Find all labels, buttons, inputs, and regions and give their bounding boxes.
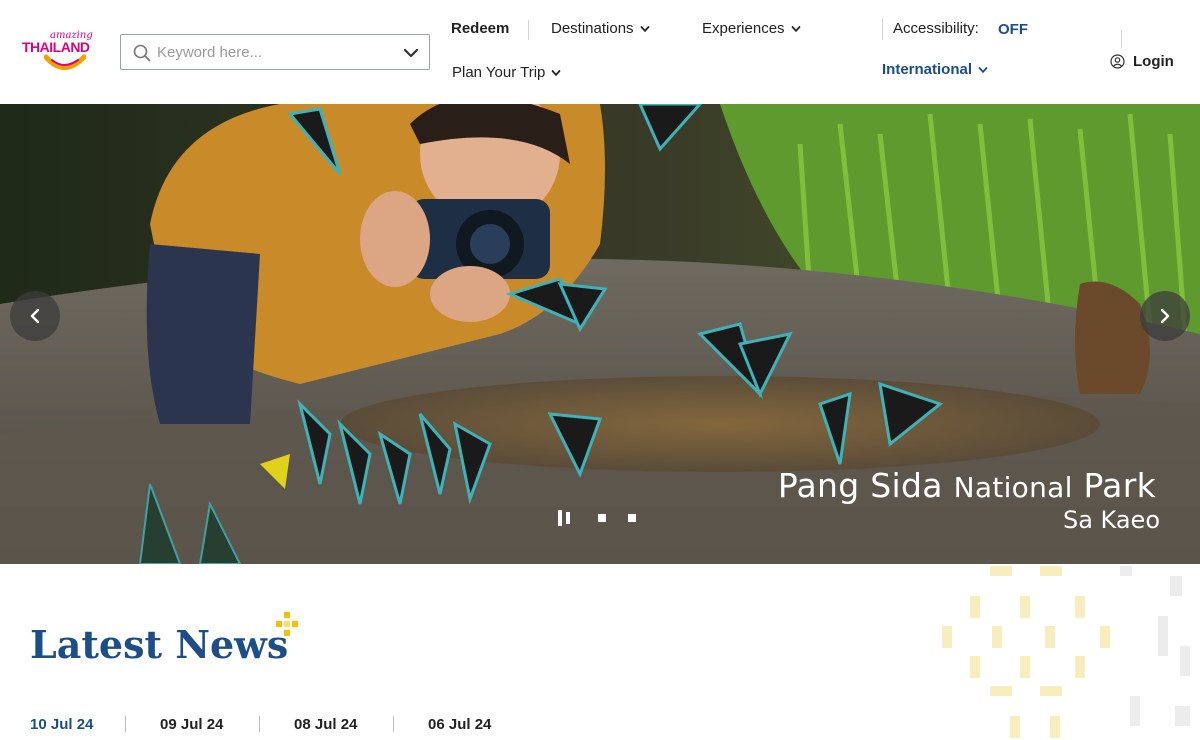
hero-caption-title: Pang Sida National Park [778,466,1156,505]
login-button[interactable]: Login [1110,53,1174,70]
chevron-down-icon[interactable] [403,45,419,61]
search-icon [133,44,151,62]
nav-divider [882,18,883,40]
hero-caption-word1: Pang Sida [777,466,943,505]
nav-divider [528,20,529,40]
logo-smile-icon [44,54,86,70]
logo-text-big: THAILAND [22,39,90,55]
language-selector[interactable]: International [882,61,988,78]
user-icon [1110,54,1125,69]
carousel-prev-button[interactable] [10,291,60,341]
nav-experiences-label: Experiences [702,20,785,37]
search-input[interactable] [157,41,387,63]
latest-news-heading: Latest News [30,622,289,667]
hero-carousel: Pang Sida National Park Sa Kaeo [0,104,1200,564]
nav-experiences[interactable]: Experiences [702,20,801,37]
carousel-dot-active[interactable] [556,510,576,526]
carousel-indicators [556,510,636,526]
chevron-down-icon [552,69,561,76]
date-divider [259,716,260,732]
nav-destinations-label: Destinations [551,20,634,37]
decorative-pattern [942,566,1190,738]
search-box[interactable] [120,34,430,70]
site-header: amazing THAILAND Redeem Destinations Exp… [0,0,1200,104]
accessibility-toggle[interactable]: OFF [998,21,1028,38]
date-divider [125,716,126,732]
chevron-down-icon [791,25,800,32]
arrow-right-icon [1160,308,1170,324]
news-date-tab-4[interactable]: 06 Jul 24 [428,716,491,733]
chevron-down-icon [978,66,988,73]
carousel-next-button[interactable] [1140,291,1190,341]
chevron-down-icon [640,25,649,32]
nav-divider [1121,30,1122,48]
hero-caption-word2: National [953,471,1073,504]
amazing-thailand-logo[interactable]: amazing THAILAND [20,30,108,76]
date-divider [393,716,394,732]
hero-caption-subtitle: Sa Kaeo [1062,506,1160,534]
nav-plan-your-trip[interactable]: Plan Your Trip [452,64,561,81]
news-date-tab-1[interactable]: 10 Jul 24 [30,716,93,733]
sparkle-icon [276,612,298,636]
nav-redeem-label: Redeem [451,20,510,37]
accessibility-label: Accessibility: [893,20,979,37]
hero-caption-word3: Park [1083,466,1156,505]
nav-destinations[interactable]: Destinations [551,20,650,37]
carousel-dot[interactable] [598,514,606,522]
nav-redeem[interactable]: Redeem [451,20,509,37]
news-date-tab-2[interactable]: 09 Jul 24 [160,716,223,733]
nav-plan-your-trip-label: Plan Your Trip [452,64,546,81]
carousel-dot[interactable] [628,514,636,522]
arrow-left-icon [30,308,40,324]
login-label: Login [1133,53,1174,70]
language-selector-label: International [882,61,973,78]
news-date-tab-3[interactable]: 08 Jul 24 [294,716,357,733]
